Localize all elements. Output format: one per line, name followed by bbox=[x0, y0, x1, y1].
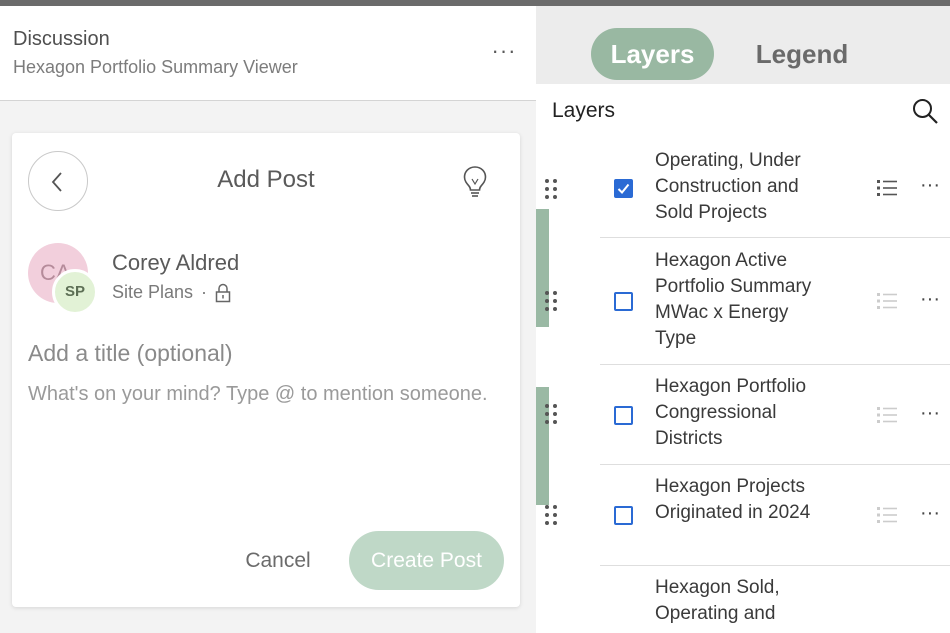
legend-list-icon[interactable] bbox=[876, 405, 898, 425]
layer-more-icon[interactable]: ··· bbox=[916, 289, 944, 312]
legend-list-icon[interactable] bbox=[876, 505, 898, 525]
group-avatar: SP bbox=[52, 269, 98, 315]
drag-handle-icon[interactable] bbox=[543, 177, 559, 201]
layer-title: Hexagon Projects Originated in 2024 bbox=[655, 476, 811, 523]
layer-title: Hexagon Portfolio Congressional District… bbox=[655, 376, 807, 449]
layer-row: Hexagon Projects Originated in 2024 ··· bbox=[536, 465, 950, 566]
group-name: Site Plans bbox=[112, 282, 194, 302]
layer-more-icon[interactable]: ··· bbox=[916, 175, 944, 198]
tab-layers[interactable]: Layers bbox=[591, 28, 714, 80]
layer-visibility-checkbox[interactable] bbox=[614, 506, 633, 525]
tab-legend[interactable]: Legend bbox=[744, 28, 860, 80]
legend-list-icon[interactable] bbox=[876, 291, 898, 311]
layer-more-icon[interactable]: ··· bbox=[916, 403, 944, 426]
drag-handle-icon[interactable] bbox=[543, 402, 559, 426]
layer-visibility-checkbox[interactable] bbox=[614, 292, 633, 311]
drag-handle-icon[interactable] bbox=[543, 503, 559, 527]
layer-row: Hexagon Portfolio Congressional District… bbox=[536, 365, 950, 465]
layer-row: Hexagon Sold, Operating and bbox=[536, 566, 950, 633]
layer-visibility-checkbox[interactable] bbox=[614, 179, 633, 198]
layer-visibility-checkbox[interactable] bbox=[614, 406, 633, 425]
search-icon[interactable] bbox=[911, 97, 939, 125]
discussion-title: Discussion bbox=[13, 28, 110, 50]
author-meta: Site Plans · bbox=[112, 282, 231, 303]
author-avatar-group: CA SP bbox=[28, 243, 102, 315]
layer-title: Operating, Under Construction and Sold P… bbox=[655, 150, 801, 223]
add-post-title: Add Post bbox=[217, 166, 315, 193]
layers-heading: Layers bbox=[552, 99, 616, 122]
legend-list-icon[interactable] bbox=[876, 178, 898, 198]
discussion-subtitle: Hexagon Portfolio Summary Viewer bbox=[13, 57, 298, 77]
layer-title: Hexagon Active Portfolio Summary MWac x … bbox=[655, 250, 812, 349]
lightbulb-icon[interactable] bbox=[462, 165, 488, 199]
layer-row: Hexagon Active Portfolio Summary MWac x … bbox=[536, 238, 950, 365]
meta-separator: · bbox=[201, 282, 208, 302]
panel-tabbar: Layers Legend bbox=[536, 6, 950, 84]
lock-icon bbox=[215, 283, 231, 303]
discussion-header: Discussion Hexagon Portfolio Summary Vie… bbox=[0, 6, 536, 101]
checkmark-icon bbox=[617, 183, 630, 194]
cancel-button[interactable]: Cancel bbox=[232, 541, 324, 581]
ellipsis-icon[interactable]: ··· bbox=[488, 38, 520, 64]
author-name: Corey Aldred bbox=[112, 250, 240, 275]
layer-more-icon[interactable]: ··· bbox=[916, 503, 944, 526]
add-post-card: Add Post CA SP Corey Aldred Site Plans · bbox=[12, 133, 520, 607]
post-title-input[interactable] bbox=[28, 340, 498, 367]
post-body-input[interactable] bbox=[28, 381, 488, 451]
discussion-panel: Discussion Hexagon Portfolio Summary Vie… bbox=[0, 6, 536, 633]
drag-handle-icon[interactable] bbox=[543, 289, 559, 313]
create-post-button[interactable]: Create Post bbox=[349, 531, 504, 590]
layer-title: Hexagon Sold, Operating and bbox=[655, 577, 780, 624]
layer-row: Operating, Under Construction and Sold P… bbox=[536, 146, 950, 238]
